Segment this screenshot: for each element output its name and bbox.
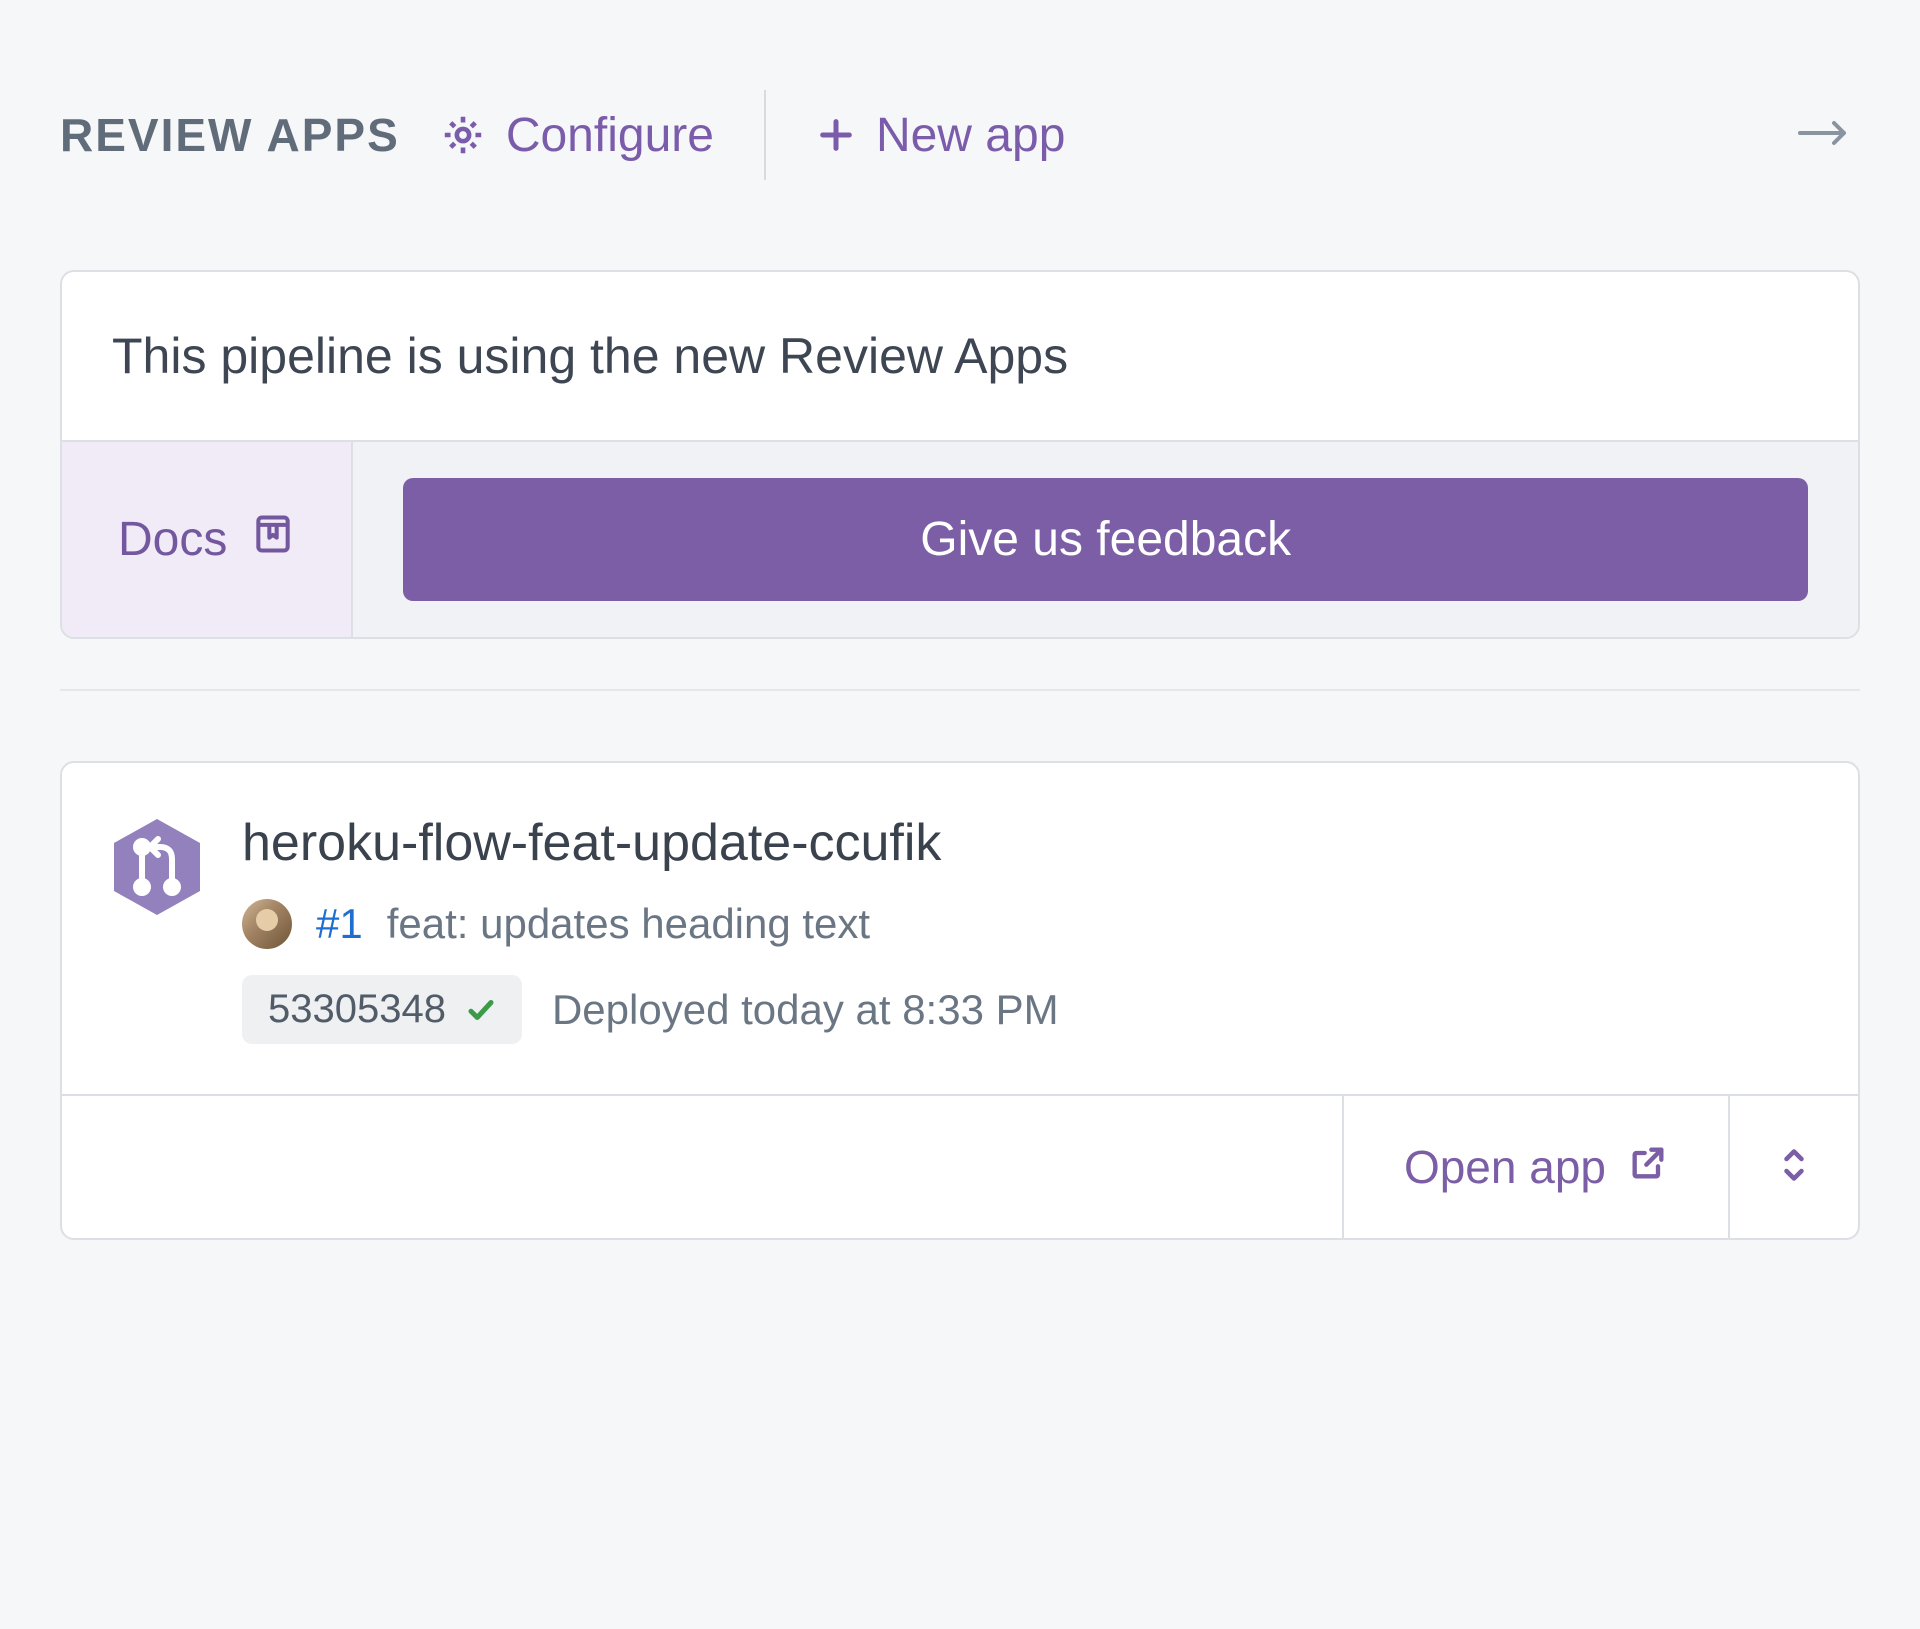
pull-request-row: #1 feat: updates heading text: [242, 899, 1808, 949]
docs-label: Docs: [118, 512, 227, 567]
docs-button[interactable]: Docs: [62, 442, 353, 637]
feedback-button[interactable]: Give us feedback: [403, 478, 1808, 601]
section-divider: [60, 689, 1860, 691]
plus-icon: [816, 115, 856, 155]
docs-icon: [251, 512, 295, 568]
deploy-status: Deployed today at 8:33 PM: [552, 986, 1059, 1034]
scroll-right-button[interactable]: [1786, 108, 1860, 163]
configure-label: Configure: [506, 108, 714, 163]
check-icon: [466, 995, 496, 1025]
deploy-row: 53305348 Deployed today at 8:33 PM: [242, 975, 1808, 1044]
open-app-button[interactable]: Open app: [1342, 1096, 1728, 1238]
review-apps-banner: This pipeline is using the new Review Ap…: [60, 270, 1860, 639]
commit-sha: 53305348: [268, 987, 446, 1032]
column-title: REVIEW APPS: [60, 108, 400, 162]
open-app-label: Open app: [1404, 1140, 1606, 1194]
review-apps-header: REVIEW APPS Configure New app: [60, 90, 1860, 180]
banner-message-row: This pipeline is using the new Review Ap…: [62, 272, 1858, 440]
new-app-label: New app: [876, 108, 1065, 163]
app-name[interactable]: heroku-flow-feat-update-ccufik: [242, 813, 1808, 873]
arrow-right-icon: [1796, 118, 1850, 153]
pull-request-icon: [112, 817, 202, 917]
gear-icon: [440, 112, 486, 158]
external-link-icon: [1628, 1140, 1668, 1194]
app-menu-button[interactable]: [1728, 1096, 1858, 1238]
review-app-card: heroku-flow-feat-update-ccufik #1 feat: …: [60, 761, 1860, 1240]
pr-number-link[interactable]: #1: [316, 900, 363, 948]
app-card-actions: Open app: [62, 1094, 1858, 1238]
feedback-label: Give us feedback: [920, 513, 1291, 566]
commit-pill[interactable]: 53305348: [242, 975, 522, 1044]
configure-button[interactable]: Configure: [440, 108, 714, 163]
divider: [764, 90, 766, 180]
pr-description: feat: updates heading text: [387, 900, 870, 948]
banner-message: This pipeline is using the new Review Ap…: [112, 327, 1808, 385]
sort-icon: [1776, 1142, 1812, 1193]
avatar: [242, 899, 292, 949]
new-app-button[interactable]: New app: [816, 108, 1065, 163]
